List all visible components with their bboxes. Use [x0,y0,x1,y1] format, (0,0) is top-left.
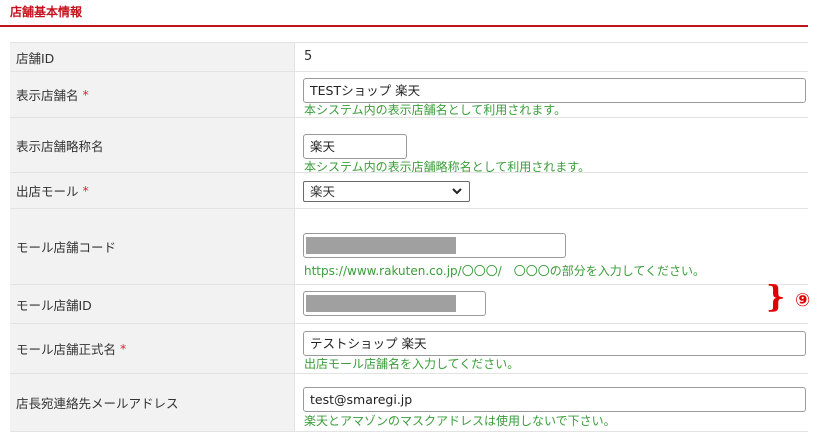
section-divider [0,25,808,27]
row-mall-store-id: モール店舗ID [10,284,808,323]
mall-official-name-hint: 出店モール店舗名を入力してください。 [304,357,520,371]
mall-store-id-value-cell [296,285,808,323]
annotation-marker: ⑨ [795,290,811,311]
row-manager-email: 店長宛連絡先メールアドレス test@smaregi.jp 楽天とアマゾンのマス… [10,373,808,432]
annotation-brace: } [766,280,786,315]
mall-official-name-value-cell: テストショップ 楽天 出店モール店舗名を入力してください。 [296,324,808,373]
row-mall: 出店モール * 楽天 [10,172,808,208]
display-short-name-label: 表示店舗略称名 [10,118,295,172]
mall-official-name-input[interactable]: テストショップ 楽天 [303,331,806,356]
store-id-value: 5 [304,49,313,64]
display-short-name-value-cell: 楽天 本システム内の表示店舗略称名として利用されます。 [296,118,808,174]
row-display-name: 表示店舗名 * TESTショップ 楽天 本システム内の表示店舗名として利用されます… [10,71,808,117]
display-name-input[interactable]: TESTショップ 楽天 [303,78,806,103]
row-store-id: 店舗ID 5 [10,42,808,71]
manager-email-label: 店長宛連絡先メールアドレス [10,374,295,431]
mall-store-code-label: モール店舗コード [10,209,295,284]
redacted-value [306,295,456,312]
mall-select-value: 楽天 [310,184,336,199]
row-display-short-name: 表示店舗略称名 楽天 本システム内の表示店舗略称名として利用されます。 [10,117,808,174]
mall-official-name-label: モール店舗正式名 * [10,324,295,373]
manager-email-hint: 楽天とアマゾンのマスクアドレスは使用しないで下さい。 [304,414,616,428]
mall-label: 出店モール * [10,173,295,208]
section-title: 店舗基本情報 [10,5,83,19]
manager-email-value-cell: test@smaregi.jp 楽天とアマゾンのマスクアドレスは使用しないで下さ… [296,374,808,431]
store-id-label: 店舗ID [10,43,295,71]
mall-select[interactable]: 楽天 [303,181,470,202]
manager-email-input[interactable]: test@smaregi.jp [303,387,806,412]
display-name-label: 表示店舗名 * [10,72,295,117]
mall-store-code-input[interactable] [303,233,566,258]
mall-store-id-input[interactable] [303,291,486,316]
mall-store-code-value-cell: https://www.rakuten.co.jp/〇〇〇/ 〇〇〇の部分を入力… [296,209,808,284]
row-mall-store-code: モール店舗コード https://www.rakuten.co.jp/〇〇〇/ … [10,208,808,284]
redacted-value [306,237,456,254]
required-mark: * [82,183,89,198]
required-mark: * [120,341,127,356]
row-mall-official-name: モール店舗正式名 * テストショップ 楽天 出店モール店舗名を入力してください。 [10,323,808,373]
required-mark: * [82,87,89,102]
chevron-down-icon [452,188,462,195]
mall-store-code-hint: https://www.rakuten.co.jp/〇〇〇/ 〇〇〇の部分を入力… [304,264,706,278]
display-name-hint: 本システム内の表示店舗名として利用されます。 [304,103,567,117]
store-id-value-cell: 5 [296,43,808,71]
display-name-value-cell: TESTショップ 楽天 本システム内の表示店舗名として利用されます。 [296,72,808,117]
mall-store-id-label: モール店舗ID [10,285,295,323]
display-short-name-input[interactable]: 楽天 [303,134,407,159]
mall-value-cell: 楽天 [296,173,808,208]
